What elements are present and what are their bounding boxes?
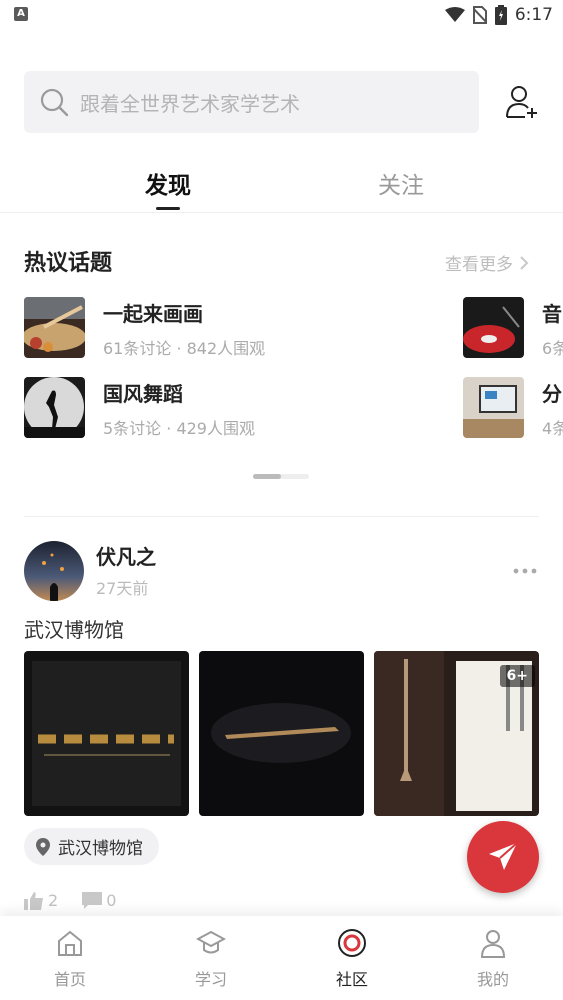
- post-actions: 2 0: [24, 891, 116, 910]
- topic-item-dance[interactable]: 国风舞蹈 5条讨论 · 429人围观: [24, 377, 324, 439]
- no-sim-icon: [472, 6, 487, 24]
- post-photo[interactable]: [199, 651, 364, 816]
- status-icons: 6:17: [444, 4, 553, 26]
- tab-discover[interactable]: 发现: [145, 166, 191, 200]
- send-icon: [489, 842, 518, 870]
- hot-topics-title: 热议话题: [24, 251, 113, 276]
- comment-icon: [82, 891, 103, 909]
- more-options-icon[interactable]: [512, 567, 538, 575]
- home-icon: [58, 930, 82, 956]
- search-bar[interactable]: 跟着全世界艺术家学艺术: [24, 71, 479, 133]
- battery-icon: [494, 5, 507, 25]
- topic-item-music[interactable]: 音 6条: [463, 297, 563, 359]
- scroll-thumb: [253, 474, 281, 479]
- like-button[interactable]: 2: [24, 891, 58, 910]
- chevron-right-icon: [520, 255, 529, 270]
- graduation-cap-icon: [196, 930, 226, 954]
- nav-label: 学习: [194, 970, 227, 989]
- nav-label: 首页: [53, 970, 86, 989]
- active-tab-indicator: [156, 207, 180, 210]
- post-photo[interactable]: [24, 651, 189, 816]
- topic-meta: 6条: [542, 339, 563, 358]
- status-time: 6:17: [514, 5, 553, 25]
- comment-button[interactable]: 0: [82, 891, 116, 910]
- status-bar: A 6:17: [0, 0, 563, 30]
- like-count: 2: [48, 891, 59, 910]
- topic-name: 一起来画画: [103, 302, 203, 326]
- thumbs-up-icon: [24, 891, 43, 910]
- add-friend-icon[interactable]: [505, 84, 539, 120]
- location-label: 武汉博物馆: [58, 839, 143, 859]
- more-photos-badge: 6+: [499, 665, 535, 687]
- topic-name: 国风舞蹈: [103, 382, 183, 406]
- user-icon: [480, 930, 506, 958]
- avatar[interactable]: [24, 541, 84, 601]
- topic-thumbnail: [463, 297, 524, 358]
- topic-item-painting[interactable]: 一起来画画 61条讨论 · 842人围观: [24, 297, 324, 359]
- nav-profile[interactable]: 我的: [423, 916, 563, 1000]
- post-time: 27天前: [96, 579, 149, 598]
- nav-learn[interactable]: 学习: [141, 916, 281, 1000]
- create-post-button[interactable]: [467, 821, 539, 893]
- nav-label: 社区: [335, 970, 368, 989]
- post-photo[interactable]: 6+: [374, 651, 539, 816]
- topic-thumbnail: [24, 297, 85, 358]
- nav-label: 我的: [476, 970, 509, 989]
- search-placeholder: 跟着全世界艺术家学艺术: [80, 91, 300, 116]
- post-text: 武汉博物馆: [24, 618, 124, 642]
- feed-tabs: 发现 关注: [0, 160, 563, 213]
- topic-name: 分: [542, 382, 562, 406]
- wifi-icon: [444, 7, 465, 22]
- topic-item-share[interactable]: 分 4条: [463, 377, 563, 439]
- post-author[interactable]: 伏凡之: [96, 541, 156, 570]
- see-more-label: 查看更多: [445, 255, 513, 275]
- section-divider: [24, 516, 539, 517]
- bottom-nav: 首页 学习 社区 我的: [0, 916, 563, 1000]
- location-pin-icon: [36, 837, 50, 856]
- tab-following[interactable]: 关注: [378, 166, 424, 200]
- community-target-icon: [338, 929, 366, 957]
- app-notification-icon: A: [14, 7, 28, 21]
- topics-scroll-indicator: [253, 474, 309, 479]
- nav-community[interactable]: 社区: [282, 916, 422, 1000]
- comment-count: 0: [106, 891, 117, 910]
- topic-name: 音: [542, 302, 562, 326]
- topic-thumbnail: [463, 377, 524, 438]
- location-tag[interactable]: 武汉博物馆: [24, 828, 159, 865]
- nav-home[interactable]: 首页: [0, 916, 140, 1000]
- see-more-link[interactable]: 查看更多: [445, 250, 529, 275]
- topic-thumbnail: [24, 377, 85, 438]
- topic-meta: 5条讨论 · 429人围观: [103, 419, 255, 438]
- topic-meta: 61条讨论 · 842人围观: [103, 339, 266, 358]
- search-icon: [40, 88, 69, 117]
- topic-meta: 4条: [542, 419, 563, 438]
